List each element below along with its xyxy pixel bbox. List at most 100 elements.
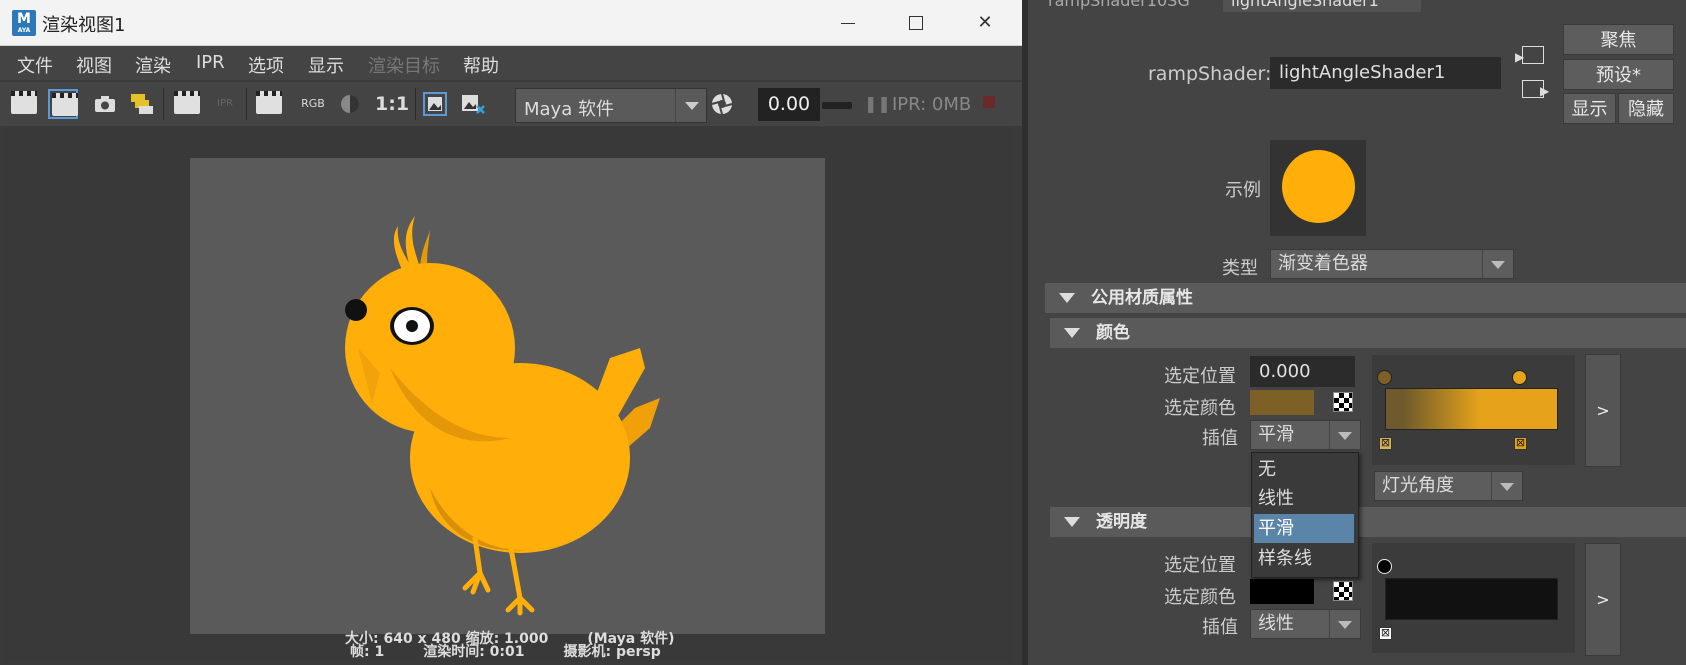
menu-render[interactable]: 渲染 <box>135 52 171 78</box>
texture-map-icon[interactable] <box>1333 581 1353 601</box>
section-color[interactable]: 颜色 <box>1050 318 1686 348</box>
close-button[interactable]: ✕ <box>962 8 1008 38</box>
snapshot-camera-icon[interactable] <box>90 89 120 119</box>
type-label: 类型 <box>1222 258 1258 279</box>
rgb-label: RGB <box>301 97 325 110</box>
transparency-color-label: 选定颜色 <box>1164 587 1236 608</box>
transparency-ramp-editor[interactable]: ⊠ <box>1372 543 1575 653</box>
section-title: 透明度 <box>1096 512 1147 532</box>
ramp-handle-bottom[interactable]: ⊠ <box>1379 437 1392 450</box>
menu-bar: 文件 视图 渲染 IPR 选项 显示 渲染目标 帮助 <box>0 46 1022 80</box>
popup-item-none[interactable]: 无 <box>1254 455 1354 484</box>
menu-ipr[interactable]: IPR <box>196 52 225 73</box>
material-swatch <box>1270 140 1366 236</box>
rgb-channel-icon[interactable]: RGB <box>298 89 328 119</box>
transparency-ramp-gradient[interactable] <box>1385 578 1558 620</box>
renderer-value: Maya 软件 <box>524 99 614 120</box>
texture-map-icon[interactable] <box>1333 392 1353 412</box>
transparency-color-swatch[interactable] <box>1250 579 1314 604</box>
selected-position-label: 选定位置 <box>1164 366 1236 387</box>
ramp-handle-bottom[interactable]: ⊠ <box>1379 627 1392 640</box>
rendered-bird <box>345 216 660 616</box>
chevron-down-icon <box>1482 250 1513 278</box>
tab-lightangleshader1[interactable]: lightAngleShader1 <box>1223 0 1421 12</box>
popup-item-smooth[interactable]: 平滑 <box>1254 514 1354 543</box>
section-title: 颜色 <box>1096 323 1130 343</box>
render-region-icon[interactable] <box>48 89 78 119</box>
shader-name-label: rampShader: <box>1148 63 1272 85</box>
popup-item-linear[interactable]: 线性 <box>1254 484 1354 513</box>
ramp-input-dropdown[interactable]: 灯光角度 <box>1374 471 1523 501</box>
ramp-handle-top[interactable] <box>1377 559 1392 574</box>
selected-color-swatch[interactable] <box>1250 390 1314 415</box>
type-dropdown[interactable]: 渐变着色器 <box>1270 249 1514 279</box>
render-info-line2: 帧: 1 渲染时间: 0:01 摄影机: persp <box>350 644 661 660</box>
menu-options[interactable]: 选项 <box>248 52 284 78</box>
display-image-icon[interactable] <box>420 89 450 119</box>
focus-button[interactable]: 聚焦 <box>1563 24 1674 55</box>
hide-button[interactable]: 隐藏 <box>1618 93 1674 124</box>
exposure-aperture-icon[interactable] <box>707 89 737 119</box>
color-ramp-expand-button[interactable]: > <box>1585 354 1621 467</box>
ramp-handle-bottom[interactable]: ⊠ <box>1514 437 1527 450</box>
interpolation-popup-menu: 无 线性 平滑 样条线 <box>1251 452 1359 578</box>
interpolation-label: 插值 <box>1202 428 1238 449</box>
minimize-icon <box>841 23 855 24</box>
toolbar-separator <box>246 88 247 120</box>
refresh-ipr-icon: IPR <box>210 89 240 119</box>
ramp-handle-top[interactable] <box>1512 370 1527 385</box>
input-connection-icon[interactable] <box>1522 46 1544 64</box>
chevron-down-icon <box>675 89 706 122</box>
collapse-triangle-icon <box>1064 328 1080 338</box>
maximize-icon <box>909 16 923 30</box>
menu-display[interactable]: 显示 <box>308 52 344 78</box>
tab-label: rampShader10SG <box>1048 0 1190 10</box>
color-ramp-editor[interactable]: ⊠ ⊠ <box>1372 355 1575 465</box>
toolbar-separator <box>415 88 416 120</box>
redo-render-icon[interactable] <box>9 89 39 119</box>
tab-label: lightAngleShader1 <box>1231 0 1379 10</box>
real-size-button[interactable]: 1:1 <box>375 89 409 119</box>
interpolation-value: 平滑 <box>1258 424 1294 445</box>
collapse-triangle-icon <box>1059 293 1075 303</box>
transparency-interp-dropdown[interactable]: 线性 <box>1250 609 1361 639</box>
show-button[interactable]: 显示 <box>1563 93 1616 124</box>
tab-rampshader10sg[interactable]: rampShader10SG <box>1048 0 1208 12</box>
exposure-slider[interactable] <box>822 102 852 109</box>
transparency-position-label: 选定位置 <box>1164 555 1236 576</box>
popup-item-spline[interactable]: 样条线 <box>1254 544 1354 573</box>
maximize-button[interactable] <box>893 8 939 38</box>
ipr-icon-label: IPR <box>217 98 233 109</box>
presets-button[interactable]: 预设* <box>1563 59 1674 90</box>
render-view-window: M AYA 渲染视图1 ✕ 文件 视图 渲染 IPR 选项 显示 渲染目标 帮助… <box>0 0 1023 665</box>
section-common-material-attributes[interactable]: 公用材质属性 <box>1045 283 1686 313</box>
maya-app-icon: M AYA <box>12 10 36 36</box>
color-ramp-gradient[interactable] <box>1385 388 1558 430</box>
render-settings-icon[interactable] <box>254 89 284 119</box>
remove-image-icon[interactable] <box>458 89 488 119</box>
menu-view[interactable]: 视图 <box>76 52 112 78</box>
menu-render-target: 渲染目标 <box>368 56 440 77</box>
panel-divider[interactable] <box>1022 0 1028 665</box>
render-sequence-icon[interactable] <box>128 89 158 119</box>
selected-position-field[interactable]: 0.000 <box>1250 356 1355 387</box>
shader-name-field[interactable]: lightAngleShader1 <box>1270 57 1501 89</box>
minimize-button[interactable] <box>825 8 871 38</box>
ramp-input-value: 灯光角度 <box>1382 475 1454 496</box>
sample-sphere <box>1282 150 1355 223</box>
window-title: 渲染视图1 <box>42 15 126 36</box>
chevron-down-icon <box>1329 610 1360 638</box>
stop-icon <box>983 96 995 108</box>
ipr-render-icon[interactable] <box>172 89 202 119</box>
section-transparency[interactable]: 透明度 <box>1050 507 1686 537</box>
renderer-dropdown[interactable]: Maya 软件 <box>515 88 707 123</box>
interpolation-dropdown[interactable]: 平滑 <box>1250 420 1361 450</box>
ramp-handle-top[interactable] <box>1377 370 1392 385</box>
alpha-channel-icon[interactable] <box>335 89 365 119</box>
transparency-ramp-expand-button[interactable]: > <box>1585 543 1621 656</box>
exposure-field[interactable]: 0.00 <box>758 88 820 121</box>
render-toolbar: IPR RGB 1:1 Maya 软件 0.00 ❚❚ IPR: 0MB <box>0 82 1022 126</box>
menu-file[interactable]: 文件 <box>17 52 53 78</box>
menu-help[interactable]: 帮助 <box>463 52 499 78</box>
title-bar[interactable]: M AYA 渲染视图1 ✕ <box>0 0 1022 46</box>
